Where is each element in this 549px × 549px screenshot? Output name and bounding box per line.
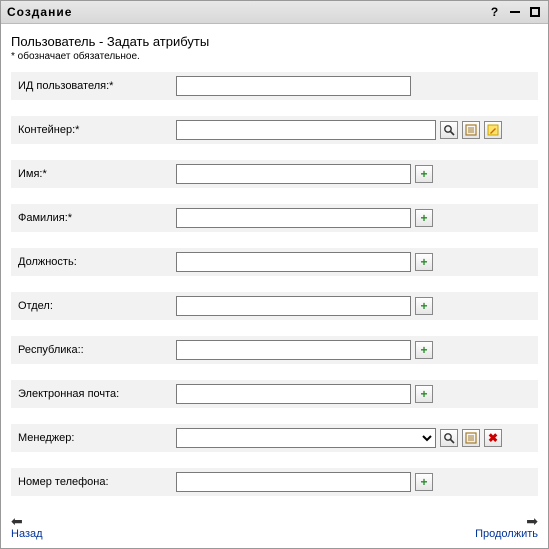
input-republic[interactable] <box>176 340 411 360</box>
page-subtitle: Пользователь - Задать атрибуты <box>11 32 538 51</box>
input-job-title[interactable] <box>176 252 411 272</box>
history-icon[interactable] <box>462 121 480 139</box>
minimize-icon[interactable] <box>508 5 522 19</box>
add-department-button[interactable]: + <box>415 297 433 315</box>
add-republic-button[interactable]: + <box>415 341 433 359</box>
plus-icon: + <box>420 387 427 401</box>
manager-delete-icon[interactable]: ✖ <box>484 429 502 447</box>
titlebar-controls: ? <box>488 5 542 19</box>
manager-history-icon[interactable] <box>462 429 480 447</box>
plus-icon: + <box>420 211 427 225</box>
window-title: Создание <box>7 5 72 19</box>
input-container[interactable] <box>176 120 436 140</box>
input-user-id[interactable] <box>176 76 411 96</box>
required-note: * обозначает обязательное. <box>11 51 538 72</box>
arrow-left-icon: ⬅ <box>11 514 23 528</box>
add-phone-button[interactable]: + <box>415 473 433 491</box>
input-first-name[interactable] <box>176 164 411 184</box>
manager-search-icon[interactable] <box>440 429 458 447</box>
label-email: Электронная почта: <box>16 388 176 400</box>
row-email: Электронная почта: + <box>11 380 538 408</box>
row-job-title: Должность: + <box>11 248 538 276</box>
create-dialog: Создание ? Пользователь - Задать атрибут… <box>0 0 549 549</box>
label-job-title: Должность: <box>16 256 176 268</box>
row-user-id: ИД пользователя:* <box>11 72 538 100</box>
plus-icon: + <box>420 167 427 181</box>
row-department: Отдел: + <box>11 292 538 320</box>
help-icon[interactable]: ? <box>488 5 502 19</box>
label-manager: Менеджер: <box>16 432 176 444</box>
select-manager[interactable] <box>176 428 436 448</box>
row-container: Контейнер:* <box>11 116 538 144</box>
titlebar: Создание ? <box>1 1 548 24</box>
plus-icon: + <box>420 299 427 313</box>
arrow-right-icon: ➡ <box>526 514 538 528</box>
row-phone: Номер телефона: + <box>11 468 538 496</box>
add-last-name-button[interactable]: + <box>415 209 433 227</box>
label-phone: Номер телефона: <box>16 476 176 488</box>
row-manager: Менеджер: ✖ <box>11 424 538 452</box>
content: Пользователь - Задать атрибуты * обознач… <box>1 24 548 508</box>
label-last-name: Фамилия:* <box>16 212 176 224</box>
back-nav[interactable]: ⬅ Назад <box>11 514 43 540</box>
label-first-name: Имя:* <box>16 168 176 180</box>
continue-link: Продолжить <box>475 528 538 540</box>
row-republic: Республика:: + <box>11 336 538 364</box>
maximize-icon[interactable] <box>528 5 542 19</box>
add-first-name-button[interactable]: + <box>415 165 433 183</box>
row-first-name: Имя:* + <box>11 160 538 188</box>
input-last-name[interactable] <box>176 208 411 228</box>
edit-icon[interactable] <box>484 121 502 139</box>
plus-icon: + <box>420 343 427 357</box>
label-user-id: ИД пользователя:* <box>16 80 176 92</box>
input-phone[interactable] <box>176 472 411 492</box>
back-link: Назад <box>11 528 43 540</box>
continue-nav[interactable]: ➡ Продолжить <box>475 514 538 540</box>
plus-icon: + <box>420 255 427 269</box>
footer: ⬅ Назад ➡ Продолжить <box>1 508 548 548</box>
label-republic: Республика:: <box>16 344 176 356</box>
input-email[interactable] <box>176 384 411 404</box>
search-icon[interactable] <box>440 121 458 139</box>
add-job-title-button[interactable]: + <box>415 253 433 271</box>
label-container: Контейнер:* <box>16 124 176 136</box>
input-department[interactable] <box>176 296 411 316</box>
plus-icon: + <box>420 475 427 489</box>
label-department: Отдел: <box>16 300 176 312</box>
add-email-button[interactable]: + <box>415 385 433 403</box>
row-last-name: Фамилия:* + <box>11 204 538 232</box>
